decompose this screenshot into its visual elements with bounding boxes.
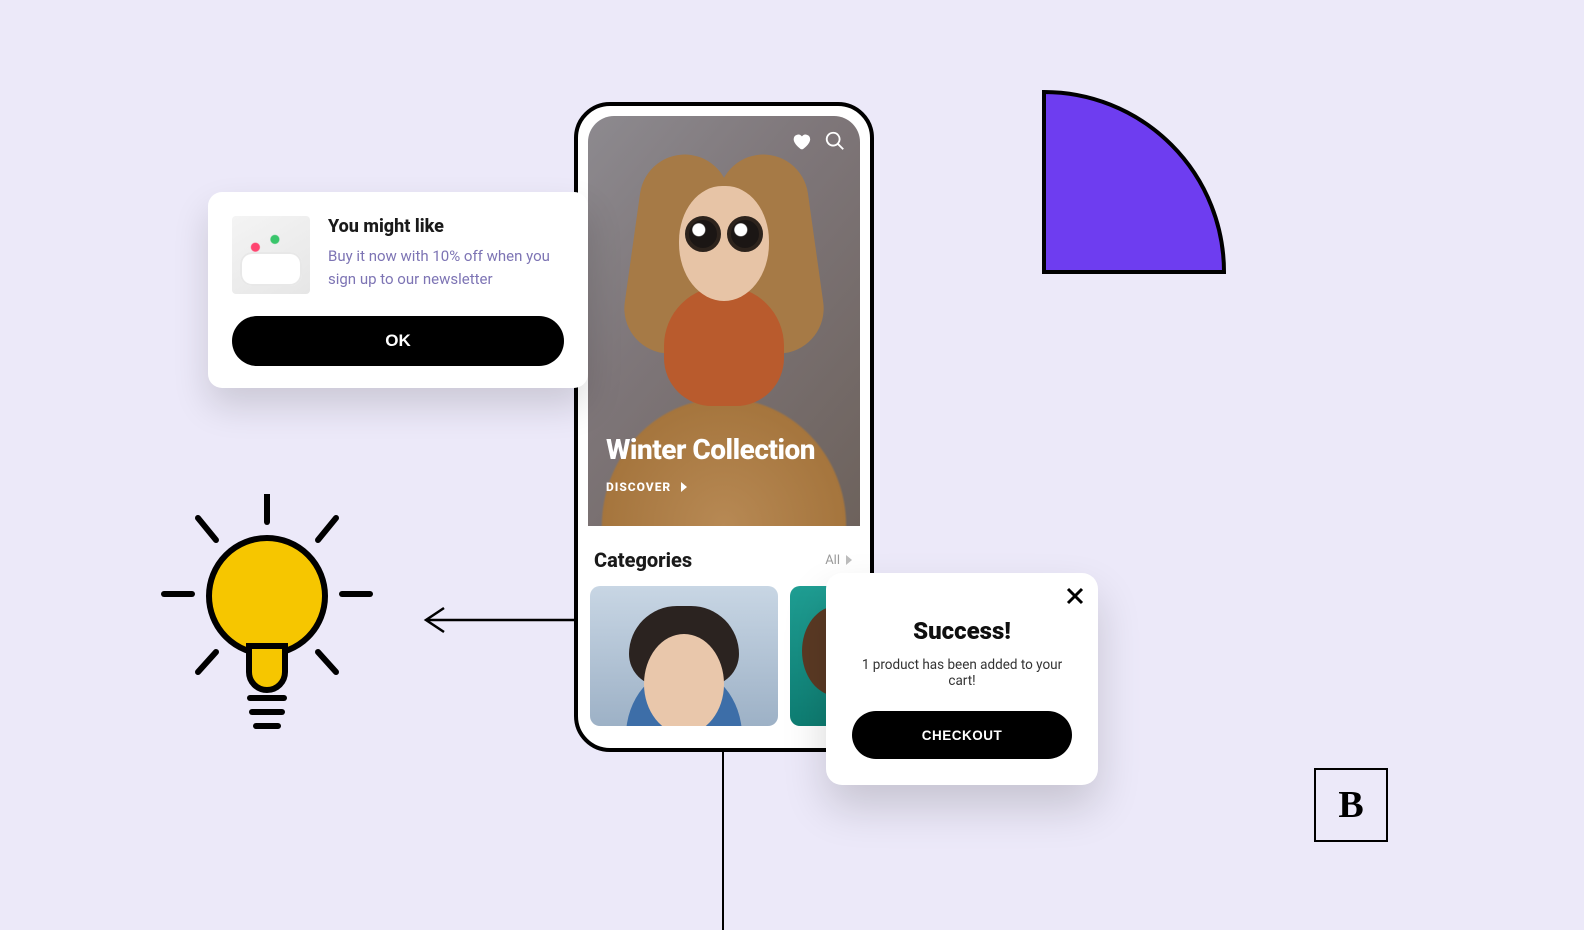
- favorites-icon[interactable]: [790, 130, 812, 156]
- success-title: Success!: [848, 617, 1076, 645]
- categories-all-link[interactable]: All: [825, 553, 854, 568]
- suggestion-body: Buy it now with 10% off when you sign up…: [328, 245, 564, 290]
- chevron-right-icon: [844, 555, 854, 565]
- discover-label: DISCOVER: [606, 480, 671, 494]
- categories-heading: Categories: [594, 548, 692, 572]
- close-icon[interactable]: [1066, 587, 1084, 609]
- success-message: 1 product has been added to your cart!: [848, 657, 1076, 689]
- product-thumbnail: [232, 216, 310, 294]
- decor-quarter-shape: [1040, 86, 1230, 276]
- arrow-left-icon: [420, 606, 580, 638]
- categories-all-label: All: [825, 553, 840, 568]
- brand-logo-letter: B: [1338, 783, 1363, 827]
- chevron-right-icon: [679, 482, 689, 492]
- success-card: Success! 1 product has been added to you…: [826, 573, 1098, 785]
- hero-banner[interactable]: Winter Collection DISCOVER: [588, 116, 860, 526]
- checkout-button[interactable]: CHECKOUT: [852, 711, 1072, 759]
- discover-link[interactable]: DISCOVER: [606, 480, 689, 494]
- hero-title: Winter Collection: [606, 433, 815, 466]
- lightbulb-icon: [160, 494, 375, 754]
- connector-line: [722, 750, 724, 930]
- category-card[interactable]: [590, 586, 778, 726]
- suggestion-title: You might like: [328, 216, 564, 237]
- brand-logo: B: [1314, 768, 1388, 842]
- suggestion-card: You might like Buy it now with 10% off w…: [208, 192, 588, 388]
- ok-button[interactable]: OK: [232, 316, 564, 366]
- search-icon[interactable]: [824, 130, 846, 156]
